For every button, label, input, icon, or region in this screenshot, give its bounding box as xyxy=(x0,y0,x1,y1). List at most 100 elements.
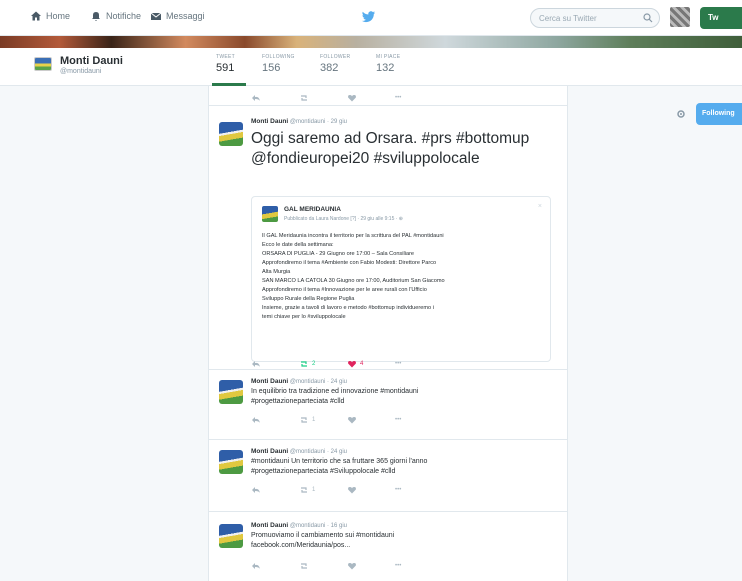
tweet-header: Monti Dauni @montidauni · 24 giu xyxy=(251,378,347,385)
retweet-button[interactable] xyxy=(299,94,347,102)
nav-notifications[interactable]: Notifiche xyxy=(90,10,141,22)
avatar[interactable] xyxy=(219,122,243,146)
following-button-label: Following xyxy=(702,110,735,117)
profile-name[interactable]: Monti Dauni xyxy=(60,55,123,67)
retweet-count: 1 xyxy=(312,417,316,423)
tweet-author[interactable]: Monti Dauni xyxy=(251,522,288,529)
reply-button[interactable] xyxy=(251,360,299,368)
card-line: Approfondiremo il tema #Innovazione per … xyxy=(262,287,427,293)
retweet-button[interactable] xyxy=(299,562,347,570)
more-button[interactable]: ••• xyxy=(395,94,443,102)
reply-button[interactable] xyxy=(251,94,299,102)
heart-icon xyxy=(348,417,356,424)
search-icon[interactable] xyxy=(643,13,653,23)
retweet-icon xyxy=(301,487,307,493)
retweet-count: 2 xyxy=(312,361,316,367)
stat-label: FOLLOWER xyxy=(320,54,351,60)
stat-label: FOLLOWING xyxy=(262,54,295,60)
stat-value: 156 xyxy=(262,62,281,74)
tweet[interactable]: Monti Dauni @montidauni · 29 giu Oggi sa… xyxy=(209,106,567,370)
tweet-author[interactable]: Monti Dauni xyxy=(251,118,288,125)
tweet-text: Oggi saremo ad Orsara. #prs #bottomup @f… xyxy=(251,130,530,167)
retweet-button[interactable]: 1 xyxy=(299,416,347,424)
tweet-compose-label: Tw xyxy=(708,13,719,22)
tweet-line: #montidauni Un territorio che sa fruttar… xyxy=(251,458,428,465)
tweet-actions: ••• xyxy=(251,562,443,570)
tweet-line: #progettazioneparteciata #clld xyxy=(251,398,345,405)
like-button[interactable] xyxy=(347,562,395,570)
tweet[interactable]: Monti Dauni @montidauni · 24 giu In equi… xyxy=(209,372,567,440)
tweet-header: Monti Dauni @montidauni · 29 giu xyxy=(251,118,347,125)
avatar[interactable] xyxy=(219,380,243,404)
reply-icon xyxy=(252,487,260,493)
tweet[interactable]: Monti Dauni @montidauni · 24 giu #montid… xyxy=(209,440,567,512)
reply-button[interactable] xyxy=(251,562,299,570)
retweet-icon xyxy=(301,361,307,367)
nav-home-label: Home xyxy=(46,11,71,21)
gear-icon[interactable] xyxy=(676,109,686,119)
card-body: Il GAL Meridaunia incontra il territorio… xyxy=(262,232,547,322)
retweet-icon xyxy=(301,95,307,101)
tweet-line: facebook.com/Meridaunia/pos... xyxy=(251,542,351,549)
more-button[interactable]: ••• xyxy=(395,562,443,570)
heart-icon xyxy=(348,361,356,368)
nav-messages[interactable]: Messaggi xyxy=(150,10,205,22)
avatar[interactable] xyxy=(219,524,243,548)
heart-icon xyxy=(348,563,356,570)
reply-button[interactable] xyxy=(251,486,299,494)
reply-icon xyxy=(252,563,260,569)
card-line: Approfondiremo il tema #Ambiente con Fab… xyxy=(262,260,437,266)
search-input[interactable]: Cerca su Twitter xyxy=(530,8,660,28)
card-line: Alta Murgia xyxy=(262,269,291,275)
tweet-actions: 2 4 ••• xyxy=(251,360,443,368)
tweet-handle-time: @montidauni · 16 giu xyxy=(289,523,347,529)
timeline: ••• Monti Dauni @montidauni · 29 giu Ogg… xyxy=(208,86,568,581)
stat-followers[interactable]: FOLLOWER 382 xyxy=(320,54,350,74)
profile-handle[interactable]: @montidauni xyxy=(60,68,101,75)
user-avatar[interactable] xyxy=(670,7,690,27)
reply-icon xyxy=(252,95,260,101)
more-button[interactable]: ••• xyxy=(395,416,443,424)
tweet-line: In equilibrio tra tradizione ed innovazi… xyxy=(251,388,419,395)
retweet-button[interactable]: 1 xyxy=(299,486,347,494)
stat-following[interactable]: FOLLOWING 156 xyxy=(262,54,295,74)
reply-icon xyxy=(252,361,260,367)
tweet-header: Monti Dauni @montidauni · 16 giu xyxy=(251,522,347,529)
tweet-handle-time: @montidauni · 24 giu xyxy=(289,379,347,385)
nav-home[interactable]: Home xyxy=(30,10,70,22)
stat-value: 132 xyxy=(376,62,395,74)
stat-value: 591 xyxy=(216,62,235,74)
like-button[interactable] xyxy=(347,94,395,102)
like-button[interactable] xyxy=(347,486,395,494)
retweet-icon xyxy=(301,417,307,423)
retweet-icon xyxy=(301,563,307,569)
tweet-handle-time: @montidauni · 24 giu xyxy=(289,449,347,455)
stat-tweets[interactable]: TWEET 591 xyxy=(216,54,235,74)
twitter-bird-icon[interactable] xyxy=(360,9,376,25)
more-button[interactable]: ••• xyxy=(395,486,443,494)
like-button[interactable]: 4 xyxy=(347,360,395,368)
stat-label: MI PIACE xyxy=(376,54,401,60)
following-button[interactable]: Following xyxy=(696,103,742,125)
heart-icon xyxy=(348,95,356,102)
avatar[interactable] xyxy=(219,450,243,474)
stat-likes[interactable]: MI PIACE 132 xyxy=(376,54,400,74)
profile-banner xyxy=(0,36,742,48)
tweet[interactable]: Monti Dauni @montidauni · 16 giu Promuov… xyxy=(209,512,567,581)
profile-navigation: Monti Dauni @montidauni TWEET 591 FOLLOW… xyxy=(0,48,742,125)
like-count: 4 xyxy=(360,361,364,367)
like-button[interactable] xyxy=(347,416,395,424)
profile-avatar[interactable] xyxy=(34,57,52,71)
reply-button[interactable] xyxy=(251,416,299,424)
card-line: Ecco le date della settimana: xyxy=(262,242,334,248)
tweet-line: Promuoviamo il cambiamento sui #montidau… xyxy=(251,532,395,539)
tweet-author[interactable]: Monti Dauni xyxy=(251,448,288,455)
close-icon[interactable]: × xyxy=(538,203,542,210)
tweet-text: Promuoviamo il cambiamento sui #montidau… xyxy=(251,531,551,551)
tweet-compose-button[interactable]: Tw xyxy=(700,7,742,29)
retweet-button[interactable]: 2 xyxy=(299,360,347,368)
facebook-post-card[interactable]: GAL MERIDAUNIA Pubblicato da Laura Nardo… xyxy=(251,196,551,362)
tweet-author[interactable]: Monti Dauni xyxy=(251,378,288,385)
more-button[interactable]: ••• xyxy=(395,360,443,368)
tweet-line: #progettazioneparteciata #Sviluppolocale… xyxy=(251,468,396,475)
